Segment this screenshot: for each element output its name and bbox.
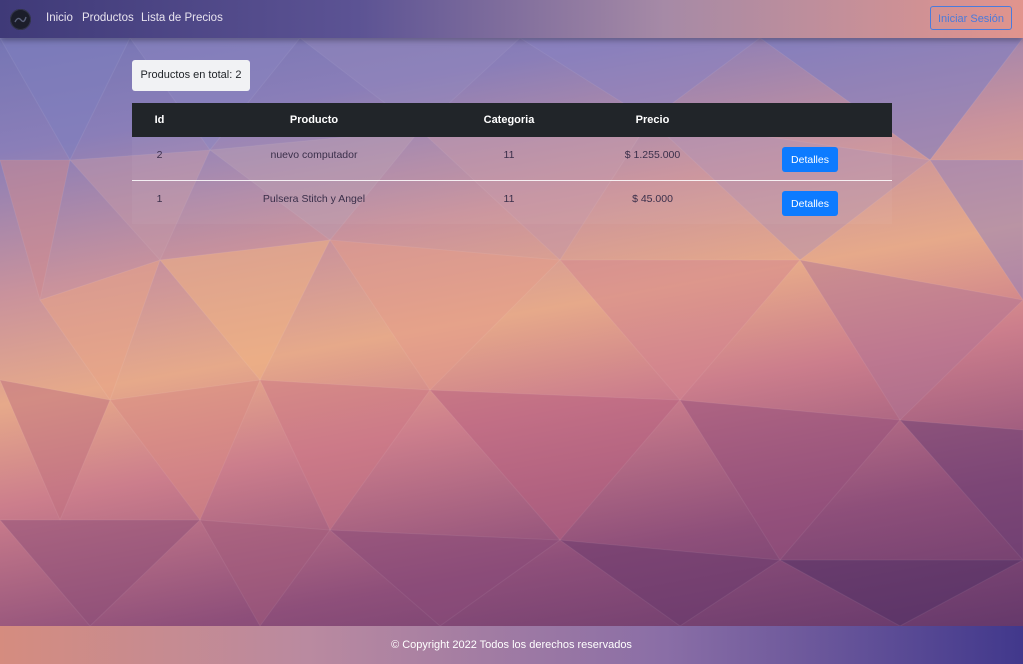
brand-logo-icon[interactable]: [10, 9, 31, 30]
navbar: Inicio Productos Lista de Precios Inicia…: [0, 0, 1023, 38]
login-button[interactable]: Iniciar Sesión: [929, 6, 1012, 30]
detalles-button[interactable]: Detalles: [782, 191, 838, 216]
cell-id: 1: [132, 180, 187, 224]
header-categoria: Categoria: [441, 103, 577, 137]
footer: © Copyright 2022 Todos los derechos rese…: [0, 626, 1023, 664]
header-id: Id: [132, 103, 187, 137]
header-actions: [728, 103, 892, 137]
header-precio: Precio: [577, 103, 728, 137]
cell-precio: $ 1.255.000: [577, 137, 728, 181]
cell-id: 2: [132, 137, 187, 181]
footer-copyright: © Copyright 2022 Todos los derechos rese…: [391, 639, 632, 651]
nav-link-lista-de-precios[interactable]: Lista de Precios: [141, 12, 223, 24]
cell-categoria: 11: [441, 137, 577, 181]
cell-actions: Detalles: [728, 180, 892, 224]
cell-producto: Pulsera Stitch y Angel: [187, 180, 441, 224]
products-table: Id Producto Categoria Precio 2 nuevo com…: [132, 103, 892, 224]
cell-actions: Detalles: [728, 137, 892, 181]
detalles-button[interactable]: Detalles: [782, 147, 838, 172]
table-header-row: Id Producto Categoria Precio: [132, 103, 892, 137]
header-producto: Producto: [187, 103, 441, 137]
background-low-poly: [0, 37, 1023, 627]
cell-categoria: 11: [441, 180, 577, 224]
products-total-badge: Productos en total: 2: [132, 60, 250, 91]
cell-precio: $ 45.000: [577, 180, 728, 224]
nav-link-productos[interactable]: Productos: [82, 12, 134, 24]
table-row: 1 Pulsera Stitch y Angel 11 $ 45.000 Det…: [132, 180, 892, 224]
cell-producto: nuevo computador: [187, 137, 441, 181]
nav-link-inicio[interactable]: Inicio: [46, 12, 73, 24]
table-row: 2 nuevo computador 11 $ 1.255.000 Detall…: [132, 137, 892, 181]
